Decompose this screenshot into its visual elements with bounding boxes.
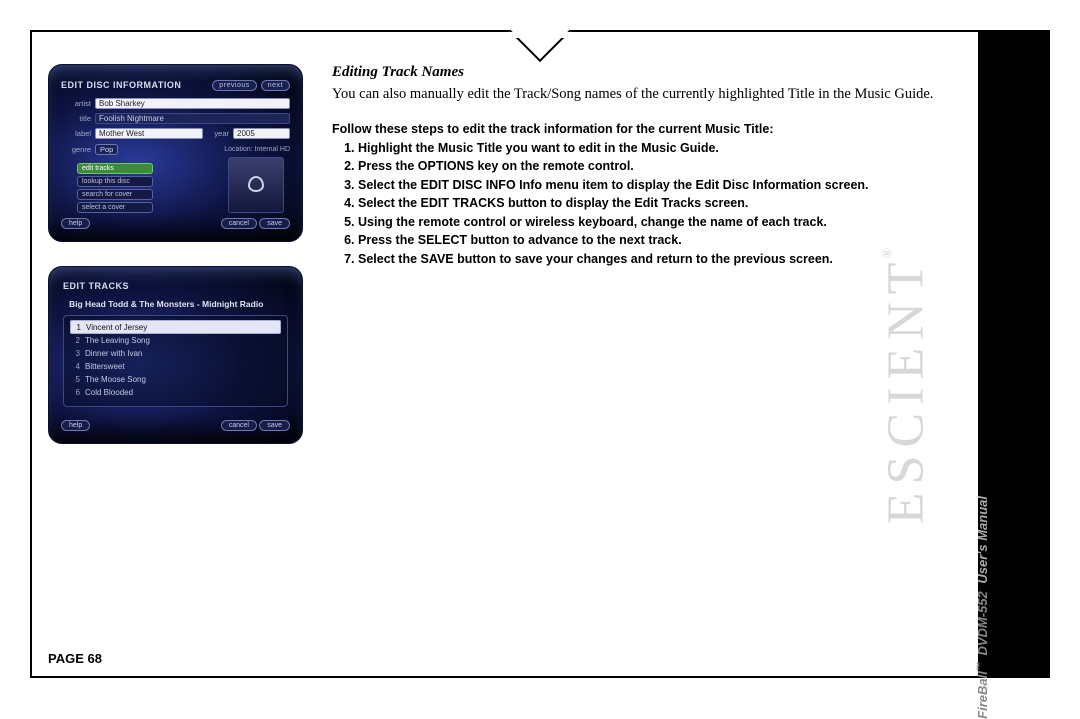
track-row[interactable]: 6 Cold Blooded xyxy=(70,386,281,399)
manual-label: User's Manual xyxy=(975,496,990,584)
shot1-title: EDIT DISC INFORMATION xyxy=(61,80,181,90)
track-name: Dinner with Ivan xyxy=(85,349,281,358)
next-button[interactable]: next xyxy=(261,80,290,91)
product-name: FireBall xyxy=(975,671,990,719)
artist-input[interactable]: Bob Sharkey xyxy=(95,98,290,109)
trademark: ™ xyxy=(975,662,985,671)
frame-notch-cover xyxy=(480,32,600,38)
opt-edit-tracks[interactable]: edit tracks xyxy=(77,163,153,174)
track-row[interactable]: 3 Dinner with Ivan xyxy=(70,347,281,360)
track-number: 4 xyxy=(70,362,80,371)
track-number: 3 xyxy=(70,349,80,358)
artist-label: artist xyxy=(61,99,91,108)
help-button[interactable]: help xyxy=(61,218,90,229)
save-button[interactable]: save xyxy=(259,218,290,229)
product-subtitle: FireBall™ DVDM-552 User's Manual xyxy=(975,496,990,719)
track-row[interactable]: 5 The Moose Song xyxy=(70,373,281,386)
shot2-album-header: Big Head Todd & The Monsters - Midnight … xyxy=(69,299,282,309)
shot2-title: EDIT TRACKS xyxy=(63,281,129,291)
label-input[interactable]: Mother West xyxy=(95,128,203,139)
cover-art-thumbnail xyxy=(228,157,284,213)
opt-search-cover[interactable]: search for cover xyxy=(77,189,153,200)
steps-list: Highlight the Music Title you want to ed… xyxy=(332,140,958,269)
screenshot-edit-tracks: EDIT TRACKS Big Head Todd & The Monsters… xyxy=(48,266,303,444)
opt-select-cover[interactable]: select a cover xyxy=(77,202,153,213)
main-content: EDIT DISC INFORMATION previous next arti… xyxy=(48,64,958,644)
track-name-input[interactable]: Vincent of Jersey xyxy=(86,323,280,332)
page-number: PAGE 68 xyxy=(48,651,102,666)
model-number: DVDM-552 xyxy=(975,591,990,655)
shot1-footer: help cancel save xyxy=(61,218,290,229)
artist-row: artist Bob Sharkey xyxy=(61,97,290,110)
track-name: The Moose Song xyxy=(85,375,281,384)
cancel-button[interactable]: cancel xyxy=(221,420,257,431)
genre-select[interactable]: Pop xyxy=(95,144,118,155)
step-item: Select the EDIT DISC INFO Info menu item… xyxy=(358,177,958,195)
track-list: 1 Vincent of Jersey 2 The Leaving Song 3… xyxy=(63,315,288,407)
step-item: Select the SAVE button to save your chan… xyxy=(358,251,958,269)
title-row: title Foolish Nightmare xyxy=(61,112,290,125)
step-item: Press the SELECT button to advance to th… xyxy=(358,232,958,250)
track-number: 6 xyxy=(70,388,80,397)
step-item: Select the EDIT TRACKS button to display… xyxy=(358,195,958,213)
step-item: Using the remote control or wireless key… xyxy=(358,214,958,232)
steps-intro: Follow these steps to edit the track inf… xyxy=(332,122,958,136)
step-item: Highlight the Music Title you want to ed… xyxy=(358,140,958,158)
location-label: Location: Internal HD xyxy=(224,146,290,153)
track-number: 2 xyxy=(70,336,80,345)
opt-lookup-disc[interactable]: lookup this disc xyxy=(77,176,153,187)
year-label: year xyxy=(207,129,229,138)
genre-label: genre xyxy=(61,145,91,154)
cancel-button[interactable]: cancel xyxy=(221,218,257,229)
screenshot-column: EDIT DISC INFORMATION previous next arti… xyxy=(48,64,308,468)
option-list: edit tracks lookup this disc search for … xyxy=(77,163,153,215)
track-number: 5 xyxy=(70,375,80,384)
track-name: The Leaving Song xyxy=(85,336,281,345)
genre-row: genre Pop Location: Internal HD xyxy=(61,143,290,156)
year-input[interactable]: 2005 xyxy=(233,128,290,139)
text-column: Editing Track Names You can also manuall… xyxy=(332,64,958,269)
title-input[interactable]: Foolish Nightmare xyxy=(95,113,290,124)
step-item: Press the OPTIONS key on the remote cont… xyxy=(358,158,958,176)
track-name: Cold Blooded xyxy=(85,388,281,397)
track-row[interactable]: 1 Vincent of Jersey xyxy=(70,320,281,334)
track-number: 1 xyxy=(71,323,81,332)
page-frame: ESCIENT® FireBall™ DVDM-552 User's Manua… xyxy=(30,30,1050,678)
section-heading: Editing Track Names xyxy=(332,64,958,81)
label-label: label xyxy=(61,129,91,138)
help-button[interactable]: help xyxy=(61,420,90,431)
previous-button[interactable]: previous xyxy=(212,80,256,91)
track-row[interactable]: 4 Bittersweet xyxy=(70,360,281,373)
track-name: Bittersweet xyxy=(85,362,281,371)
shot1-header: EDIT DISC INFORMATION previous next xyxy=(61,77,290,93)
shot2-footer: help cancel save xyxy=(61,420,290,431)
screenshot-edit-disc-info: EDIT DISC INFORMATION previous next arti… xyxy=(48,64,303,242)
intro-paragraph: You can also manually edit the Track/Son… xyxy=(332,85,958,104)
save-button[interactable]: save xyxy=(259,420,290,431)
label-row: label Mother West year 2005 xyxy=(61,127,290,140)
track-row[interactable]: 2 The Leaving Song xyxy=(70,334,281,347)
title-label: title xyxy=(61,114,91,123)
